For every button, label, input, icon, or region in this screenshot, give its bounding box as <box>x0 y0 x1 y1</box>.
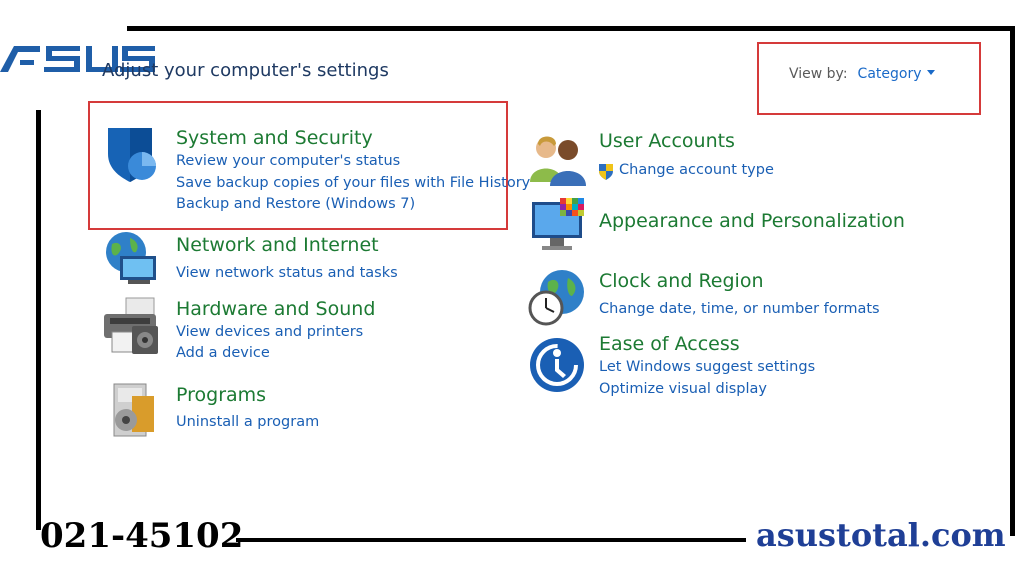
system-security-title[interactable]: System and Security <box>176 127 373 149</box>
uninstall-program-link[interactable]: Uninstall a program <box>176 414 319 430</box>
category-ease-of-access: Ease of Access Let Windows suggest setti… <box>528 333 928 405</box>
ease-of-access-icon <box>530 338 584 392</box>
change-formats-link[interactable]: Change date, time, or number formats <box>599 301 880 317</box>
change-account-type-link[interactable]: Change account type <box>619 162 774 178</box>
category-programs: Programs Uninstall a program <box>102 380 502 440</box>
category-network-internet: Network and Internet View network status… <box>102 230 502 290</box>
appearance-icon <box>532 198 584 250</box>
review-status-link[interactable]: Review your computer's status <box>176 153 400 169</box>
chevron-down-icon[interactable] <box>926 69 935 75</box>
printer-icon <box>104 297 158 354</box>
frame-bottom-line <box>236 538 746 542</box>
windows-suggest-link[interactable]: Let Windows suggest settings <box>599 359 815 375</box>
clock-globe-icon <box>528 270 584 326</box>
optimize-display-link[interactable]: Optimize visual display <box>599 381 767 397</box>
view-by-label: View by: <box>789 66 848 82</box>
users-icon <box>530 136 586 186</box>
appearance-title[interactable]: Appearance and Personalization <box>599 210 905 232</box>
network-internet-title[interactable]: Network and Internet <box>176 234 379 256</box>
view-by-dropdown[interactable]: Category <box>858 66 922 82</box>
add-device-link[interactable]: Add a device <box>176 345 270 361</box>
clock-region-title[interactable]: Clock and Region <box>599 270 764 292</box>
user-accounts-title[interactable]: User Accounts <box>599 130 735 152</box>
network-status-link[interactable]: View network status and tasks <box>176 265 398 281</box>
category-appearance: Appearance and Personalization <box>528 196 928 256</box>
backup-restore-link[interactable]: Backup and Restore (Windows 7) <box>176 196 415 212</box>
uac-shield-icon <box>599 164 613 180</box>
view-by-control: View by: Category <box>789 66 935 82</box>
category-hardware-sound: Hardware and Sound View devices and prin… <box>102 296 502 366</box>
frame-left-line <box>36 110 41 530</box>
page-title: Adjust your computer's settings <box>102 60 389 81</box>
network-globe-icon <box>106 232 156 284</box>
frame-top-line <box>127 26 1015 31</box>
hardware-sound-title[interactable]: Hardware and Sound <box>176 298 375 320</box>
file-history-link[interactable]: Save backup copies of your files with Fi… <box>176 175 530 191</box>
programs-title[interactable]: Programs <box>176 384 266 406</box>
frame-right-line <box>1010 26 1015 536</box>
category-clock-region: Clock and Region Change date, time, or n… <box>528 268 928 328</box>
category-system-security: System and Security Review your computer… <box>102 124 530 224</box>
phone-number: 021-45102 <box>40 516 244 556</box>
ease-of-access-title[interactable]: Ease of Access <box>599 333 740 355</box>
shield-icon <box>108 128 156 182</box>
programs-icon <box>113 383 154 437</box>
website-url: asustotal.com <box>756 516 1006 554</box>
category-user-accounts: User Accounts Change account type <box>528 130 928 190</box>
devices-printers-link[interactable]: View devices and printers <box>176 324 363 340</box>
